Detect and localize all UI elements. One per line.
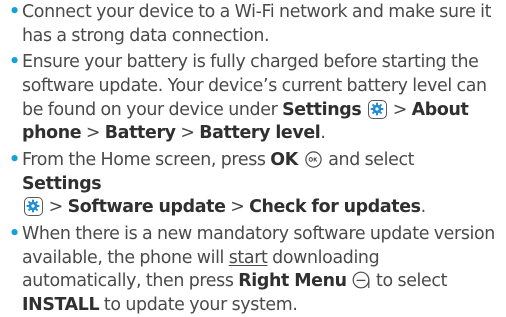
right-menu-key-icon (352, 271, 370, 289)
period: . (420, 197, 427, 218)
gear-icon (26, 199, 40, 213)
bullet-dot: • (9, 52, 20, 73)
separator: > (388, 99, 412, 120)
period: . (320, 123, 326, 144)
bullet-dot: • (9, 149, 20, 170)
list-item-auto-download: • When there is a new mandatory software… (8, 223, 496, 317)
check-updates-label: Check for updates (249, 197, 421, 218)
settings-gear-icon (368, 99, 388, 119)
wifi-instruction-text: Connect your device to a Wi-Fi network a… (22, 2, 492, 46)
list-item-wifi: • Connect your device to a Wi-Fi network… (8, 1, 496, 48)
right-menu-label: Right Menu (238, 271, 347, 292)
settings-label: Settings (22, 173, 102, 194)
separator: > (225, 197, 250, 218)
select-text: to select (371, 271, 448, 292)
separator: > (175, 123, 200, 144)
home-instruction-text: From the Home screen, press (22, 149, 271, 170)
battery-label: Battery (104, 123, 176, 144)
select-text: and select (323, 149, 415, 170)
start-word: start (228, 247, 268, 268)
install-label: INSTALL (22, 294, 100, 315)
list-item-battery: • Ensure your battery is fully charged b… (8, 51, 496, 145)
settings-gear-icon (24, 197, 43, 217)
instruction-page: • Connect your device to a Wi-Fi network… (0, 0, 506, 315)
separator: > (44, 197, 68, 218)
list-item-check-updates: • From the Home screen, press OK and sel… (8, 149, 496, 220)
update-system-text: to update your system. (99, 294, 298, 315)
update-steps-list: • Connect your device to a Wi-Fi network… (8, 1, 496, 317)
bullet-dot: • (9, 223, 20, 244)
separator: > (81, 123, 105, 144)
software-update-label: Software update (67, 197, 226, 218)
battery-level-label: Battery level (199, 123, 321, 144)
gear-icon (370, 102, 384, 115)
bullet-dot: • (9, 2, 20, 22)
settings-label: Settings (282, 99, 362, 120)
ok-key-icon (304, 151, 322, 168)
ok-label: OK (270, 149, 298, 170)
